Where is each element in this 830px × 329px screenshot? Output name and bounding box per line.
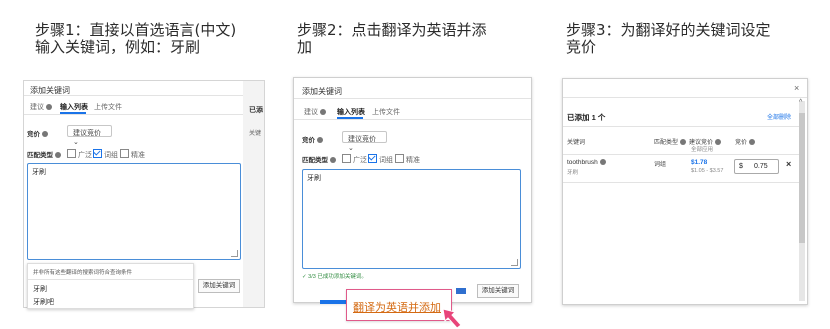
info-icon xyxy=(42,131,48,137)
suggestion-hint: 并非所有这些翻译的搜索词符合查询条件 xyxy=(33,270,133,276)
bid-label: 竞价 xyxy=(27,128,48,138)
info-icon xyxy=(46,104,52,110)
info-icon xyxy=(680,139,687,145)
tab-upload[interactable]: 上传文件 xyxy=(372,107,400,117)
right-header: 已添 xyxy=(249,107,263,114)
textarea-value: 牙刷 xyxy=(32,169,46,176)
checkbox[interactable] xyxy=(120,149,129,158)
bid-select[interactable]: 建议竞价 ⌄ xyxy=(342,131,387,152)
bid-value: 0.75 xyxy=(754,163,768,170)
info-icon xyxy=(599,159,606,165)
col-bid: 竞价 xyxy=(735,137,756,146)
blue-badge xyxy=(456,288,466,294)
textarea-value: 牙刷 xyxy=(307,175,321,182)
status-message: ✓ 3/3 已成功添加关键词。 xyxy=(302,274,367,280)
suggested-bid-value: $1.78 xyxy=(691,159,708,166)
match-phrase[interactable]: 词组 xyxy=(368,154,393,165)
bid-label: 竞价 xyxy=(302,134,323,144)
translate-and-add-button[interactable]: 翻译为英语并添加 xyxy=(346,289,452,321)
suggestion-dropdown: 并非所有这些翻译的搜索词符合查询条件 牙刷 牙刷吧 xyxy=(27,263,194,309)
tab-enter-list[interactable]: 输入列表 xyxy=(337,107,365,117)
step3-screenshot: × ^ 已添加 1 个 全部删除 关键词 匹配类型 建议竞价 全部应用 竞价 t… xyxy=(562,78,808,305)
keyword-original: 牙刷 xyxy=(567,170,579,176)
scrollbar[interactable]: ^ xyxy=(799,99,805,301)
close-icon[interactable]: × xyxy=(794,83,799,93)
match-phrase[interactable]: 词组 xyxy=(93,149,118,160)
step1-title: 步骤1：直接以首选语言(中文) 输入关键词，例如：牙刷 xyxy=(35,21,237,56)
keyword-textarea[interactable]: 牙刷 xyxy=(302,169,521,269)
add-keywords-button[interactable]: 添加关键词 xyxy=(198,279,240,293)
match-exact[interactable]: 精准 xyxy=(120,149,145,160)
step2-title: 步骤2：点击翻译为英语并添 加 xyxy=(297,21,487,56)
dialog-title: 添加关键词 xyxy=(302,87,342,96)
checkbox[interactable] xyxy=(395,154,404,163)
apply-all[interactable]: 全部应用 xyxy=(691,145,713,153)
tab-suggest[interactable]: 建议 xyxy=(304,107,326,117)
bid-select[interactable]: 建议竞价 ⌄ xyxy=(67,125,112,146)
info-icon xyxy=(55,152,61,158)
match-label: 匹配类型 xyxy=(27,149,61,159)
tab-suggest[interactable]: 建议 xyxy=(30,102,52,112)
col-keyword: 关键词 xyxy=(567,140,586,146)
chevron-down-icon: ⌄ xyxy=(73,139,79,146)
match-type-value: 词组 xyxy=(654,162,667,168)
suggestion-item[interactable]: 牙刷 xyxy=(33,284,47,294)
match-label: 匹配类型 xyxy=(302,154,336,164)
chevron-down-icon: ⌄ xyxy=(348,145,354,152)
info-icon xyxy=(320,109,326,115)
tab-upload[interactable]: 上传文件 xyxy=(94,102,122,112)
step3-title: 步骤3：为翻译好的关键词设定 竞价 xyxy=(566,21,771,56)
added-count: 已添加 1 个 xyxy=(567,113,606,122)
keyword-name: toothbrush xyxy=(567,159,606,166)
keyword-textarea[interactable]: 牙刷 xyxy=(27,163,241,260)
match-exact[interactable]: 精准 xyxy=(395,154,420,165)
add-keywords-button[interactable]: 添加关键词 xyxy=(477,284,519,298)
step2-screenshot: 添加关键词 建议 输入列表 上传文件 竞价 建议竞价 ⌄ 匹配类型 广泛 词组 … xyxy=(293,77,532,304)
info-icon xyxy=(715,139,722,145)
translate-label: 翻译为英语并添加 xyxy=(353,301,441,314)
checkbox[interactable] xyxy=(342,154,351,163)
resize-handle[interactable] xyxy=(231,250,238,257)
suggestion-item[interactable]: 牙刷吧 xyxy=(33,297,54,307)
right-column: 关键 xyxy=(249,131,262,137)
remove-all-link[interactable]: 全部删除 xyxy=(767,112,791,121)
pointer-arrow-icon xyxy=(442,308,462,329)
match-broad[interactable]: 广泛 xyxy=(67,149,92,160)
step1-screenshot: 添加关键词 已添 关键 建议 输入列表 上传文件 竞价 建议竞价 ⌄ 匹配类型 … xyxy=(23,80,265,309)
scroll-up-icon[interactable]: ^ xyxy=(799,99,802,106)
resize-handle[interactable] xyxy=(511,259,518,266)
checkbox[interactable] xyxy=(93,149,102,158)
match-broad[interactable]: 广泛 xyxy=(342,154,367,165)
col-match-type: 匹配类型 xyxy=(654,137,687,146)
info-icon xyxy=(749,139,756,145)
bid-input[interactable]: $ 0.75 xyxy=(734,159,779,174)
currency-symbol: $ xyxy=(739,163,743,170)
checkbox[interactable] xyxy=(67,149,76,158)
suggested-bid-range: $1.05 - $3.57 xyxy=(691,168,724,174)
info-icon xyxy=(317,137,323,143)
delete-keyword-icon[interactable]: × xyxy=(786,159,791,169)
info-icon xyxy=(330,157,336,163)
checkbox[interactable] xyxy=(368,154,377,163)
tab-enter-list[interactable]: 输入列表 xyxy=(60,102,88,112)
